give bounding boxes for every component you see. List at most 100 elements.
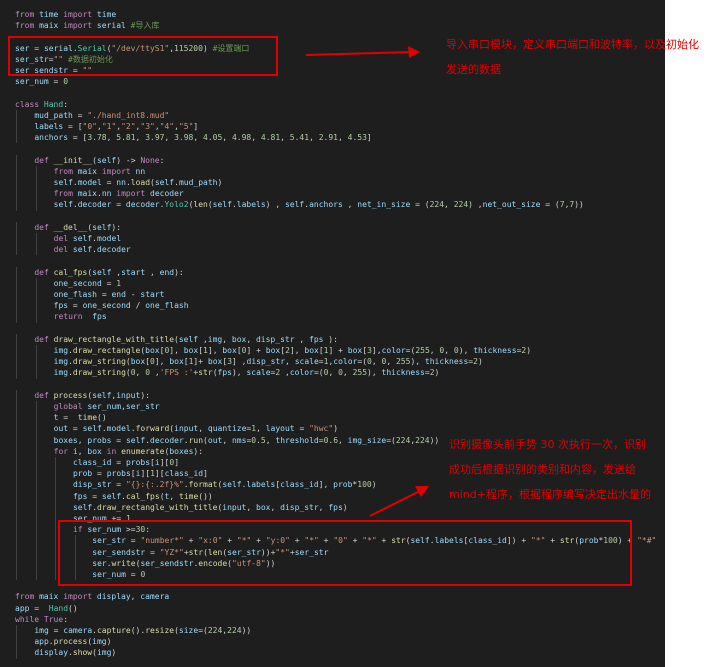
indent-guide bbox=[16, 434, 17, 446]
code-line: from maix.nn import decoder bbox=[53, 189, 184, 199]
indent-guide bbox=[35, 423, 37, 435]
indent-guide bbox=[16, 177, 17, 189]
indent-guide bbox=[35, 490, 37, 502]
indent-guide bbox=[55, 457, 57, 469]
indent-guide bbox=[16, 109, 17, 121]
code-line: class Hand: bbox=[15, 99, 69, 109]
indent-guide bbox=[35, 434, 37, 446]
highlight-box-send-block bbox=[58, 520, 632, 586]
code-line: app.process(img) bbox=[34, 637, 112, 647]
indent-guide bbox=[35, 233, 37, 245]
indent-guide bbox=[35, 468, 37, 480]
highlight-box-serial-setup bbox=[8, 36, 278, 76]
indent-guide bbox=[35, 401, 37, 413]
indent-guide bbox=[35, 289, 37, 301]
indent-guide bbox=[16, 490, 17, 502]
indent-guide bbox=[16, 121, 17, 133]
indent-guide bbox=[16, 154, 17, 166]
code-line: prob = probs[i][1][class_id] bbox=[72, 469, 208, 479]
code-line: out = self.model.forward(input, quantize… bbox=[53, 424, 339, 434]
indent-guide bbox=[35, 199, 37, 211]
indent-guide bbox=[55, 501, 57, 513]
indent-guide bbox=[35, 445, 37, 457]
indent-guide bbox=[16, 535, 17, 547]
code-line: t = time() bbox=[53, 413, 107, 423]
code-line: disp_str = "{}:{:.2f}%".format(self.labe… bbox=[72, 480, 377, 490]
indent-guide bbox=[16, 356, 17, 368]
indent-guide bbox=[35, 345, 37, 357]
annotation-bottom-line2: 成功后根据识别的类别和内容，发送给 bbox=[449, 463, 636, 476]
code-line: from maix import serial #导入库 bbox=[15, 21, 160, 31]
indent-guide bbox=[16, 501, 17, 513]
indent-guide bbox=[55, 557, 57, 569]
annotation-bottom-line1: 识别摄像头前手势 30 次执行一次，识别 bbox=[449, 438, 646, 451]
indent-guide bbox=[35, 524, 37, 536]
indent-guide bbox=[16, 524, 17, 536]
code-line: def cal_fps(self ,start , end): bbox=[34, 267, 184, 277]
annotation-top-line2: 发送的数据 bbox=[446, 63, 501, 76]
code-line: ser_num = 0 bbox=[15, 77, 69, 87]
code-line: one_second = 1 bbox=[53, 278, 122, 288]
code-line: from time import time bbox=[15, 10, 117, 19]
code-line: boxes, probs = self.decoder.run(out, nms… bbox=[53, 435, 440, 445]
indent-guide bbox=[35, 311, 37, 323]
code-line: while True: bbox=[15, 614, 69, 624]
code-line: labels = ["0","1","2","3","4","5"] bbox=[34, 122, 199, 131]
indent-guide bbox=[16, 188, 17, 200]
indent-guide bbox=[35, 457, 37, 469]
code-line: def __del__(self): bbox=[34, 222, 122, 232]
indent-guide bbox=[16, 233, 17, 245]
code-line: self.decoder = decoder.Yolo2(len(self.la… bbox=[53, 200, 584, 210]
indent-guide bbox=[35, 513, 37, 525]
code-line: fps = one_second / one_flash bbox=[53, 301, 189, 311]
indent-guide bbox=[16, 277, 17, 289]
indent-guide bbox=[16, 479, 17, 491]
indent-guide bbox=[35, 277, 37, 289]
indent-guide bbox=[16, 401, 17, 413]
code-line: del self.decoder bbox=[53, 245, 131, 255]
code-line: img.draw_rectangle(box[0], box[1], box[0… bbox=[53, 346, 532, 355]
indent-guide bbox=[16, 468, 17, 480]
code-line: for i, box in enumerate(boxes): bbox=[53, 446, 204, 456]
indent-guide bbox=[35, 501, 37, 513]
code-line: self.draw_rectangle_with_title(input, bo… bbox=[72, 502, 348, 512]
indent-guide bbox=[55, 513, 57, 525]
code-line: return fps bbox=[53, 312, 107, 322]
indent-guide bbox=[16, 311, 17, 323]
indent-guide bbox=[55, 479, 57, 491]
code-line: class_id = probs[i][0] bbox=[72, 458, 180, 467]
code-line: img.draw_string(box[0], box[1]+ box[3] ,… bbox=[53, 357, 483, 367]
indent-guide bbox=[16, 412, 17, 424]
code-line: img = camera.capture().resize(size=(224,… bbox=[34, 626, 252, 635]
indent-guide bbox=[55, 535, 57, 547]
code-line: def process(self,input): bbox=[34, 390, 150, 400]
indent-guide bbox=[35, 569, 37, 581]
indent-guide bbox=[16, 457, 17, 469]
indent-guide bbox=[35, 244, 37, 256]
annotation-top-line1: 导入串口模块，定义串口端口和波特率，以及初始化 bbox=[446, 38, 699, 51]
indent-guide bbox=[16, 625, 17, 637]
indent-guide bbox=[35, 356, 37, 368]
indent-guide bbox=[55, 569, 57, 581]
indent-guide bbox=[16, 345, 17, 357]
indent-guide bbox=[16, 300, 17, 312]
indent-guide bbox=[16, 389, 17, 401]
indent-guide bbox=[55, 546, 57, 558]
code-line: anchors = [3.78, 5.81, 3.97, 3.98, 4.05,… bbox=[34, 133, 372, 143]
code-line: from maix import display, camera bbox=[15, 592, 170, 602]
indent-guide bbox=[16, 445, 17, 457]
indent-guide bbox=[35, 479, 37, 491]
indent-guide bbox=[35, 165, 37, 177]
indent-guide bbox=[35, 535, 37, 547]
code-line: img.draw_string(0, 0 ,'FPS :'+str(fps), … bbox=[53, 368, 440, 378]
code-line: def __init__(self) -> None: bbox=[34, 155, 165, 165]
indent-guide bbox=[16, 333, 17, 345]
code-line: from maix import nn bbox=[53, 166, 146, 176]
indent-guide bbox=[35, 412, 37, 424]
indent-guide bbox=[35, 300, 37, 312]
indent-guide bbox=[16, 289, 17, 301]
indent-guide bbox=[16, 199, 17, 211]
code-line: self.model = nn.load(self.mud_path) bbox=[53, 178, 223, 187]
code-line: def draw_rectangle_with_title(self ,img,… bbox=[34, 334, 338, 344]
indent-guide bbox=[35, 177, 37, 189]
